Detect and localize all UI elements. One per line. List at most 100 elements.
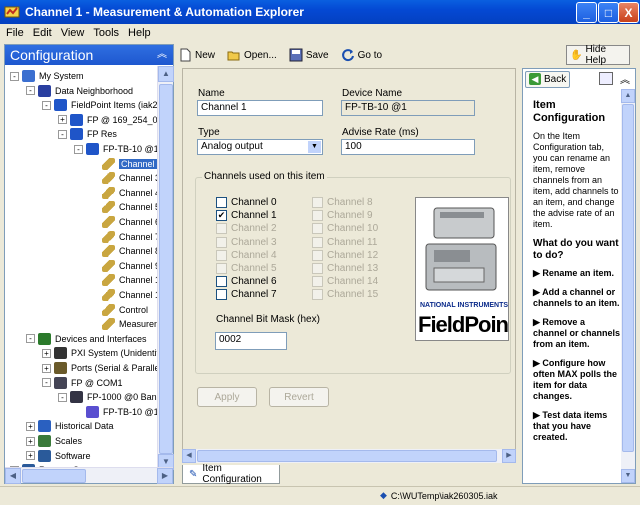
save-button[interactable]: Save: [289, 48, 329, 62]
tree-item-ports-serial-parallel[interactable]: + Ports (Serial & Parallel): [42, 361, 158, 375]
tree-item-channel-3[interactable]: Channel 3: [90, 171, 158, 185]
collapse-icon[interactable]: -: [42, 378, 51, 388]
name-field[interactable]: Channel 1: [197, 100, 323, 116]
checkbox-channel-7[interactable]: Channel 7: [216, 289, 277, 301]
checkbox-box[interactable]: [216, 276, 227, 288]
scroll-left-icon[interactable]: ◀: [5, 468, 21, 484]
tree-item-channel-9[interactable]: Channel 9: [90, 259, 158, 273]
help-task-link[interactable]: ▶ Configure how often MAX polls the item…: [533, 358, 621, 402]
goto-button[interactable]: Go to: [341, 48, 382, 62]
help-task-link[interactable]: ▶ Test data items that you have created.: [533, 410, 621, 443]
expand-icon[interactable]: +: [42, 363, 51, 373]
type-select[interactable]: Analog output ▼: [197, 139, 323, 155]
tree-item-channel-4[interactable]: Channel 4: [90, 186, 158, 200]
tree-item-pxi-system-unidentifi[interactable]: + PXI System (Unidentifi: [42, 346, 158, 360]
tree-item-scales[interactable]: + Scales: [26, 434, 82, 448]
collapse-icon[interactable]: -: [58, 129, 67, 139]
tree-item-data-neighborhood[interactable]: - Data Neighborhood: [26, 84, 133, 98]
expand-icon[interactable]: +: [26, 421, 35, 431]
tree-item-control[interactable]: Control: [90, 303, 148, 317]
tree-item-channel-6[interactable]: Channel 6: [90, 215, 158, 229]
expand-icon[interactable]: +: [58, 115, 67, 125]
tree-item-my-system[interactable]: - My System: [10, 69, 84, 83]
menu-view[interactable]: View: [61, 27, 85, 39]
help-scroll-thumb[interactable]: [622, 104, 634, 452]
collapse-icon[interactable]: -: [58, 392, 67, 402]
revert-button[interactable]: Revert: [269, 387, 329, 407]
panel-scroll-thumb[interactable]: [197, 450, 497, 462]
menu-edit[interactable]: Edit: [33, 27, 52, 39]
tree-item-fp-tb-10-1[interactable]: - FP-TB-10 @1: [74, 142, 158, 156]
tree-item-channel-8[interactable]: Channel 8: [90, 244, 158, 258]
hscroll-thumb[interactable]: [22, 469, 86, 483]
checkbox-channel-1[interactable]: ✔ Channel 1: [216, 210, 277, 222]
tree-item-fp-com1[interactable]: - FP @ COM1: [42, 376, 122, 390]
checkbox-box[interactable]: [216, 197, 227, 208]
tree-item-channel-5[interactable]: Channel 5: [90, 200, 158, 214]
tree-item-historical-data[interactable]: + Historical Data: [26, 419, 114, 433]
tree-item-fp-tb-10-1[interactable]: FP-TB-10 @1: [74, 405, 158, 419]
expand-icon[interactable]: +: [42, 348, 51, 358]
apply-button[interactable]: Apply: [197, 387, 257, 407]
back-button[interactable]: ◀ Back: [525, 70, 571, 88]
collapse-icon[interactable]: -: [26, 86, 35, 96]
checkbox-channel-6[interactable]: Channel 6: [216, 276, 277, 288]
tree-item-fieldpoint-items-iak26[interactable]: - FieldPoint Items (iak26: [42, 98, 158, 112]
tree-item-software[interactable]: + Software: [26, 449, 91, 463]
open-button[interactable]: Open...: [227, 48, 277, 62]
tree-item-devices-and-interfaces[interactable]: - Devices and Interfaces: [26, 332, 147, 346]
expand-icon[interactable]: +: [26, 436, 35, 446]
collapse-icon[interactable]: -: [74, 144, 83, 154]
help-scroll-up-icon[interactable]: ▲: [621, 89, 635, 103]
close-button[interactable]: X: [618, 2, 639, 23]
tree-item-fp-1000-0-bank[interactable]: - FP-1000 @0 Bank: [58, 390, 158, 404]
scroll-up-icon[interactable]: ▲: [158, 66, 174, 82]
collapse-help-icon[interactable]: ︽: [620, 71, 630, 86]
panel-scroll-left-icon[interactable]: ◀: [182, 449, 196, 463]
checkbox-label: Channel 0: [231, 197, 277, 208]
help-scroll-down-icon[interactable]: ▼: [621, 469, 635, 483]
maximize-button[interactable]: □: [598, 2, 619, 23]
scroll-right-icon[interactable]: ▶: [157, 468, 173, 484]
collapse-icon[interactable]: -: [26, 334, 35, 344]
bit-mask-field[interactable]: 0002: [215, 332, 287, 350]
ni-brand-large: FieldPoint: [418, 312, 509, 337]
dropdown-arrow-icon[interactable]: ▼: [308, 141, 321, 153]
advise-rate-field[interactable]: 100: [341, 139, 475, 155]
collapse-icon[interactable]: -: [42, 100, 51, 110]
tab-item-configuration[interactable]: ✎ Item Configuration: [182, 463, 280, 485]
tree-horizontal-scrollbar[interactable]: ◀ ▶: [5, 467, 173, 484]
collapse-pane-icon[interactable]: ︽: [155, 48, 169, 62]
print-icon[interactable]: [599, 72, 613, 85]
checkbox-channel-11: Channel 11: [312, 236, 377, 248]
help-task-link[interactable]: ▶ Rename an item.: [533, 268, 621, 279]
panel-horizontal-scrollbar[interactable]: ◀ ▶: [182, 449, 516, 463]
help-task-link[interactable]: ▶ Add a channel or channels to an item.: [533, 287, 621, 309]
tree-item-channel-1[interactable]: Channel 1: [90, 288, 158, 302]
minimize-button[interactable]: _: [576, 2, 597, 23]
scroll-thumb[interactable]: [159, 84, 173, 454]
pencil-icon: [102, 274, 115, 287]
menu-tools[interactable]: Tools: [93, 27, 119, 39]
collapse-icon[interactable]: -: [10, 71, 19, 81]
help-vertical-scrollbar[interactable]: ▲ ▼: [621, 89, 635, 483]
tree-vertical-scrollbar[interactable]: ▲ ▼: [157, 66, 174, 470]
tree-item-fp-169-254-0[interactable]: + FP @ 169_254_0_: [58, 113, 158, 127]
checkbox-box[interactable]: [216, 289, 227, 301]
pxi-icon: [54, 347, 67, 360]
new-button[interactable]: New: [178, 48, 215, 62]
tree-item-channel-7[interactable]: Channel 7: [90, 230, 158, 244]
tree-item-label: FP-TB-10 @1: [103, 406, 158, 417]
checkbox-box[interactable]: ✔: [216, 210, 227, 222]
panel-scroll-right-icon[interactable]: ▶: [502, 449, 516, 463]
hide-help-button[interactable]: ✋ Hide Help: [566, 44, 630, 66]
tree-item-measurem[interactable]: Measurem: [90, 317, 158, 331]
tree-item-channel-1[interactable]: Channel 1(: [90, 273, 158, 287]
expand-icon[interactable]: +: [26, 451, 35, 461]
tree-item-channel-1[interactable]: Channel 1: [90, 157, 158, 171]
checkbox-channel-0[interactable]: Channel 0: [216, 197, 277, 208]
menu-help[interactable]: Help: [128, 27, 151, 39]
tree-item-fp-res[interactable]: - FP Res: [58, 127, 117, 141]
menu-file[interactable]: File: [6, 27, 24, 39]
help-task-link[interactable]: ▶ Remove a channel or channels from an i…: [533, 317, 621, 350]
